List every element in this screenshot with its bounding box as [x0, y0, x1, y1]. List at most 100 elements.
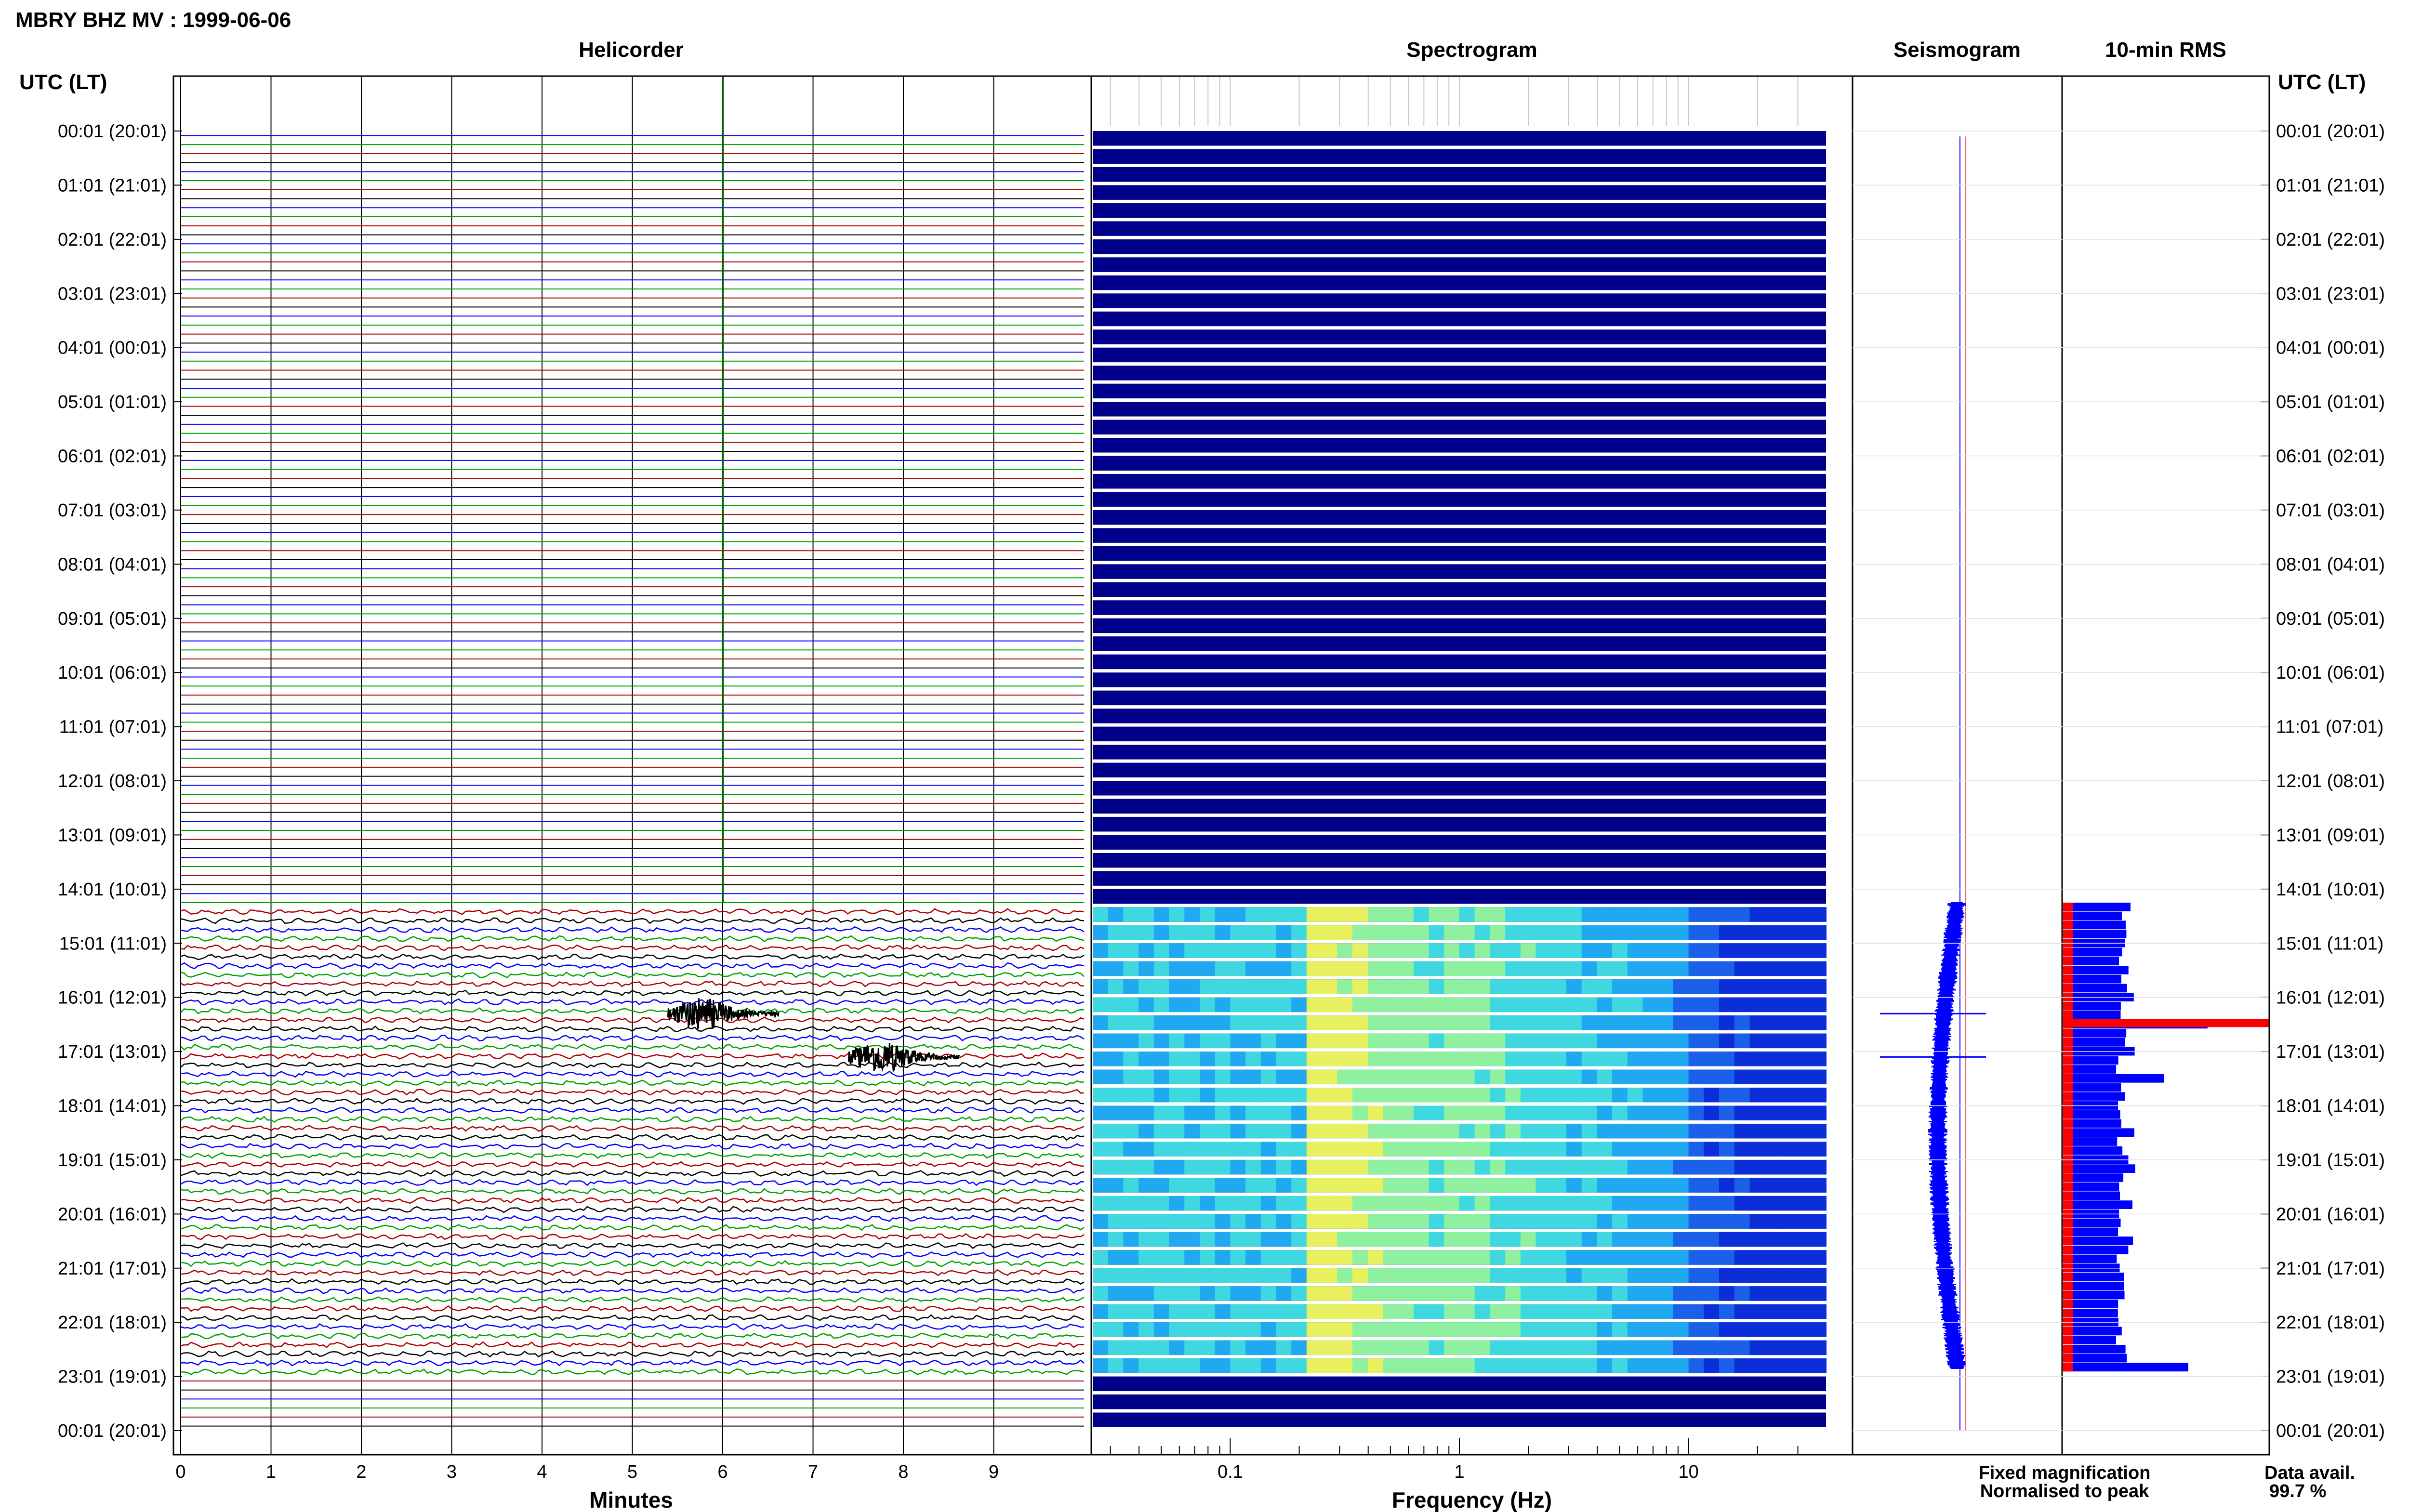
spectrogram-cell	[1429, 997, 1445, 1012]
left-time-axis-label: UTC (LT)	[19, 70, 107, 94]
spectrogram-cell	[1367, 943, 1384, 958]
spectrogram-cell	[1337, 1232, 1353, 1247]
spectrogram-cell	[1413, 1052, 1430, 1066]
spectrogram-cell	[1367, 1358, 1384, 1373]
spectrogram-cell	[1337, 979, 1353, 994]
spectrogram-cell	[1230, 1052, 1246, 1066]
spectrogram-cell	[1551, 925, 1567, 940]
spectrogram-cell	[1291, 943, 1307, 958]
spectrogram-cell	[1398, 907, 1414, 922]
spectrogram-cell	[1169, 1052, 1185, 1066]
spectrogram-cell	[1138, 1304, 1154, 1319]
spectrogram-cell	[1535, 1196, 1552, 1211]
spectrogram-cell	[1383, 997, 1399, 1012]
spectrogram-cell	[1093, 961, 1109, 976]
spectrogram-cell	[1169, 997, 1185, 1012]
spectrogram-cell	[1704, 1322, 1720, 1337]
spectrogram-cell	[1215, 1015, 1231, 1030]
spectrogram-cell	[1581, 961, 1598, 976]
spectrogram-cell	[1093, 1304, 1109, 1319]
spectrogram-cell	[1490, 1033, 1506, 1049]
rms-peak-bar	[2063, 1019, 2269, 1027]
spectrogram-cell	[1444, 1286, 1460, 1301]
rms-normalised-bar	[2063, 1227, 2073, 1236]
spectrogram-cell	[1260, 1105, 1277, 1120]
spectrogram-cell	[1123, 1123, 1139, 1139]
spectrogram-cell	[1200, 1105, 1216, 1120]
spectrogram-cell	[1749, 907, 1766, 922]
spectrogram-cell	[1413, 997, 1430, 1012]
spectrogram-cell	[1276, 1178, 1292, 1193]
spectrogram-cell	[1200, 1052, 1216, 1066]
spectrogram-cell	[1612, 1358, 1628, 1373]
spectrogram-cell	[1627, 1268, 1643, 1283]
spectrogram-cell	[1352, 1052, 1368, 1066]
spectrogram-cell	[1520, 1123, 1536, 1139]
spectrogram-cell	[1184, 1286, 1200, 1301]
spectrogram-cell	[1337, 1286, 1353, 1301]
spectrogram-cell	[1459, 1069, 1475, 1085]
rms-normalised-bar	[2063, 1200, 2073, 1209]
spectrogram-cell	[1688, 961, 1705, 976]
spectrogram-cell	[1780, 1304, 1796, 1319]
spectrogram-cell	[1093, 1052, 1109, 1066]
spectrogram-cell	[1566, 997, 1582, 1012]
spectrogram-cell	[1581, 1159, 1598, 1175]
data-availability-value: 99.7 %	[2269, 1481, 2326, 1501]
spectrogram-cell	[1597, 1015, 1613, 1030]
spectrogram-cell	[1612, 1304, 1628, 1319]
spectrogram-cell	[1291, 961, 1307, 976]
spectrogram-cell	[1444, 1196, 1460, 1211]
time-label-right: 01:01 (21:01)	[2276, 175, 2385, 196]
spectrogram-cell	[1306, 961, 1323, 976]
spectrogram-cell	[1306, 907, 1323, 922]
spectrogram-cell	[1108, 1178, 1124, 1193]
spectrogram-cell	[1322, 1268, 1338, 1283]
spectrogram-cell	[1276, 1232, 1292, 1247]
spectrogram-cell	[1429, 1088, 1445, 1103]
rms-normalised-bar	[2063, 974, 2073, 984]
spectrogram-cell	[1108, 1250, 1124, 1265]
spectrogram-cell	[1429, 1358, 1445, 1373]
spectrogram-cell	[1658, 1358, 1674, 1373]
spectrogram-cell	[1795, 1286, 1812, 1301]
spectrogram-cell	[1093, 1088, 1109, 1103]
spectrogram-cell	[1429, 1159, 1445, 1175]
spectrogram-cell	[1597, 1304, 1613, 1319]
spectrogram-cell	[1398, 1105, 1414, 1120]
spectrogram-cell	[1138, 1088, 1154, 1103]
spectrogram-cell	[1322, 1052, 1338, 1066]
spectrogram-cell	[1200, 1033, 1216, 1049]
spectrogram-cell	[1169, 1123, 1185, 1139]
spectrogram-cell	[1200, 1015, 1216, 1030]
spectrogram-cell	[1444, 1232, 1460, 1247]
spectrogram-cell	[1291, 1232, 1307, 1247]
spectrogram-cell	[1749, 1322, 1766, 1337]
spectrogram-cell	[1383, 907, 1399, 922]
spectrogram-cell	[1444, 943, 1460, 958]
spectrogram-cell	[1184, 943, 1200, 958]
spectrogram-cell	[1306, 997, 1323, 1012]
spectrogram-cell	[1490, 1178, 1506, 1193]
spectrogram-cell	[1383, 1052, 1399, 1066]
spectrogram-cell	[1566, 925, 1582, 940]
spectrogram-cell	[1811, 1105, 1827, 1120]
time-label-left: 17:01 (13:01)	[58, 1042, 167, 1062]
spectrogram-cell	[1535, 961, 1552, 976]
spectrogram-cell	[1719, 1033, 1735, 1049]
spectrogram-cell	[1459, 1340, 1475, 1355]
spectrogram-cell	[1413, 1304, 1430, 1319]
spectrogram-cell	[1474, 1322, 1491, 1337]
spectrogram-cell	[1444, 1088, 1460, 1103]
spectrogram-cell	[1429, 1250, 1445, 1265]
spectrogram-cell	[1367, 1178, 1384, 1193]
spectrogram-cell	[1749, 1142, 1766, 1157]
time-label-right: 14:01 (10:01)	[2276, 880, 2385, 900]
spectrogram-cell	[1490, 1250, 1506, 1265]
spectrogram-cell	[1490, 907, 1506, 922]
spectrogram-cell	[1291, 1196, 1307, 1211]
spectrogram-cell	[1108, 1232, 1124, 1247]
spectrogram-cell	[1429, 943, 1445, 958]
spectrogram-cell	[1169, 1232, 1185, 1247]
spectrogram-cell	[1612, 1178, 1628, 1193]
